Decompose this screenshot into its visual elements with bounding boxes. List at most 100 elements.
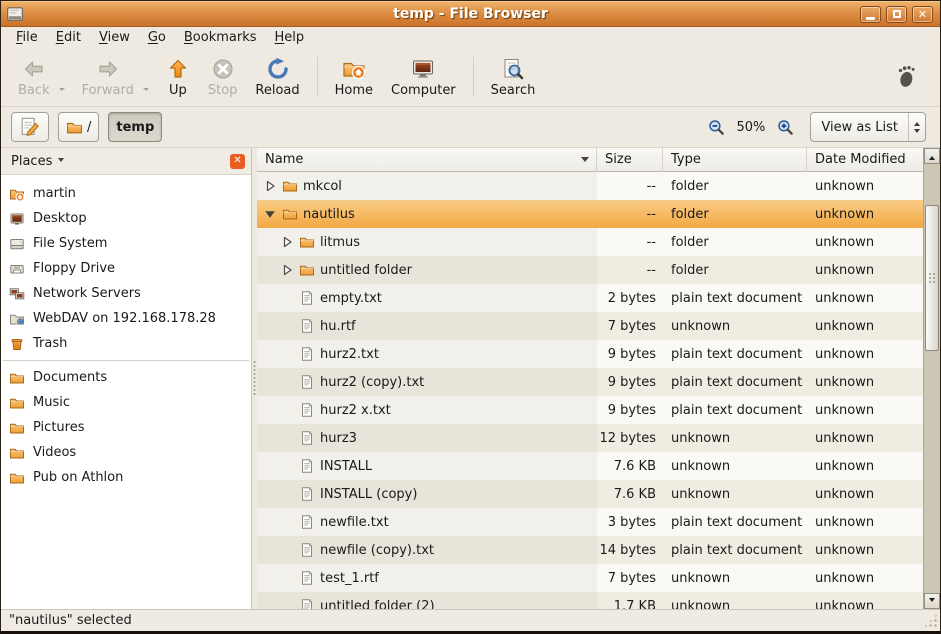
size-cell: -- — [597, 256, 663, 284]
expander-collapsed-icon[interactable] — [280, 235, 294, 249]
menu-go[interactable]: Go — [139, 28, 175, 47]
scrollbar-thumb[interactable] — [925, 205, 939, 351]
file-row-install[interactable]: INSTALL7.6 KBunknownunknown — [257, 452, 923, 480]
sidebar-item-martin[interactable]: martin — [1, 181, 251, 206]
sidebar-item-desktop[interactable]: Desktop — [1, 206, 251, 231]
file-row-newfile-txt[interactable]: newfile.txt3 bytesplain text documentunk… — [257, 508, 923, 536]
scroll-up-button[interactable] — [924, 148, 940, 164]
file-row-untitled-folder-2[interactable]: untitled folder (2)1.7 KBunknownunknown — [257, 592, 923, 609]
size-cell: -- — [597, 172, 663, 200]
home-button[interactable]: Home — [326, 54, 382, 101]
file-row-newfile-copy-txt[interactable]: newfile (copy).txt14 bytesplain text doc… — [257, 536, 923, 564]
expander-spacer — [280, 487, 294, 501]
sidebar-item-webdav-on-192-168-178-28[interactable]: WebDAV on 192.168.178.28 — [1, 306, 251, 331]
scroll-down-button[interactable] — [924, 593, 940, 609]
history-dropdown-icon[interactable] — [59, 88, 65, 94]
expander-collapsed-icon[interactable] — [263, 179, 277, 193]
menu-view[interactable]: View — [90, 28, 139, 47]
name-cell: untitled folder — [257, 256, 597, 284]
reload-icon — [266, 57, 290, 81]
vertical-scrollbar[interactable] — [923, 148, 940, 609]
file-row-nautilus[interactable]: nautilus--folderunknown — [257, 200, 923, 228]
toolbar-button-label: Search — [491, 83, 536, 98]
date-modified-cell: unknown — [807, 536, 923, 564]
expander-expanded-icon[interactable] — [263, 207, 277, 221]
reload-button[interactable]: Reload — [246, 54, 308, 101]
file-row-test-1-rtf[interactable]: test_1.rtf7 bytesunknownunknown — [257, 564, 923, 592]
expander-spacer — [280, 459, 294, 473]
column-header-date-modified[interactable]: Date Modified — [807, 148, 923, 172]
sidebar-item-videos[interactable]: Videos — [1, 440, 251, 465]
back-button[interactable]: Back — [9, 54, 59, 101]
file-browser-window: temp - File Browser ✕ FileEditViewGoBook… — [0, 0, 941, 634]
computer-button[interactable]: Computer — [382, 54, 465, 101]
size-cell: 12 bytes — [597, 424, 663, 452]
file-row-hurz3[interactable]: hurz312 bytesunknownunknown — [257, 424, 923, 452]
file-row-mkcol[interactable]: mkcol--folderunknown — [257, 172, 923, 200]
sidebar-item-file-system[interactable]: File System — [1, 231, 251, 256]
sidebar-item-floppy-drive[interactable]: Floppy Drive — [1, 256, 251, 281]
size-cell: 9 bytes — [597, 340, 663, 368]
folder-icon — [282, 206, 298, 222]
file-row-hurz2-txt[interactable]: hurz2.txt9 bytesplain text documentunkno… — [257, 340, 923, 368]
expander-collapsed-icon[interactable] — [280, 263, 294, 277]
close-button[interactable]: ✕ — [912, 6, 933, 23]
type-cell: plain text document — [663, 284, 807, 312]
search-button[interactable]: Search — [482, 54, 545, 101]
maximize-button[interactable] — [886, 6, 907, 23]
sidebar-item-pub-on-athlon[interactable]: Pub on Athlon — [1, 465, 251, 490]
sidebar-item-trash[interactable]: Trash — [1, 331, 251, 356]
menu-bookmarks[interactable]: Bookmarks — [175, 28, 266, 47]
forward-icon — [96, 57, 120, 81]
file-row-empty-txt[interactable]: empty.txt2 bytesplain text documentunkno… — [257, 284, 923, 312]
column-header-size[interactable]: Size — [597, 148, 663, 172]
column-header-type[interactable]: Type — [663, 148, 807, 172]
text-file-icon — [299, 570, 315, 586]
file-row-litmus[interactable]: litmus--folderunknown — [257, 228, 923, 256]
file-row-hurz2-x-txt[interactable]: hurz2 x.txt9 bytesplain text documentunk… — [257, 396, 923, 424]
file-row-hurz2-copy-txt[interactable]: hurz2 (copy).txt9 bytesplain text docume… — [257, 368, 923, 396]
file-name: hurz2 x.txt — [320, 403, 391, 418]
date-modified-cell: unknown — [807, 368, 923, 396]
sidebar-item-pictures[interactable]: Pictures — [1, 415, 251, 440]
zoom-in-button[interactable] — [777, 119, 794, 136]
file-row-untitled-folder[interactable]: untitled folder--folderunknown — [257, 256, 923, 284]
sidebar-close-button[interactable]: ✕ — [230, 154, 245, 169]
minimize-button[interactable] — [860, 6, 881, 23]
menu-edit[interactable]: Edit — [47, 28, 90, 47]
history-dropdown-icon[interactable] — [143, 88, 149, 94]
view-mode-select[interactable]: View as List — [810, 112, 926, 142]
menu-file[interactable]: File — [7, 28, 47, 47]
size-cell: 7.6 KB — [597, 452, 663, 480]
zoom-out-button[interactable] — [708, 119, 725, 136]
back-icon — [22, 57, 46, 81]
up-button[interactable]: Up — [157, 54, 199, 101]
places-dropdown[interactable]: Places — [7, 152, 68, 171]
file-row-install-copy[interactable]: INSTALL (copy)7.6 KBunknownunknown — [257, 480, 923, 508]
type-cell: plain text document — [663, 368, 807, 396]
expander-spacer — [280, 375, 294, 389]
date-modified-cell: unknown — [807, 424, 923, 452]
name-cell: empty.txt — [257, 284, 597, 312]
title-bar[interactable]: temp - File Browser ✕ — [1, 1, 940, 27]
size-cell: 9 bytes — [597, 368, 663, 396]
text-file-icon — [299, 346, 315, 362]
name-cell: hurz2 x.txt — [257, 396, 597, 424]
sidebar-item-documents[interactable]: Documents — [1, 365, 251, 390]
stop-button[interactable]: Stop — [199, 54, 247, 101]
sidebar-item-music[interactable]: Music — [1, 390, 251, 415]
edit-location-button[interactable] — [11, 112, 49, 142]
pane-splitter[interactable] — [252, 148, 257, 609]
column-header-name[interactable]: Name — [257, 148, 597, 172]
root-path-button[interactable]: / — [58, 112, 99, 142]
filesystem-icon — [9, 236, 25, 252]
sidebar-item-network-servers[interactable]: Network Servers — [1, 281, 251, 306]
name-cell: hurz2 (copy).txt — [257, 368, 597, 396]
menu-help[interactable]: Help — [266, 28, 314, 47]
menu-label-mnemonic: E — [56, 30, 64, 45]
current-folder-button[interactable]: temp — [108, 112, 162, 142]
gnome-throbber-icon — [894, 64, 920, 90]
forward-button[interactable]: Forward — [73, 54, 143, 101]
file-row-hu-rtf[interactable]: hu.rtf7 bytesunknownunknown — [257, 312, 923, 340]
resize-grip-icon[interactable] — [923, 613, 938, 628]
